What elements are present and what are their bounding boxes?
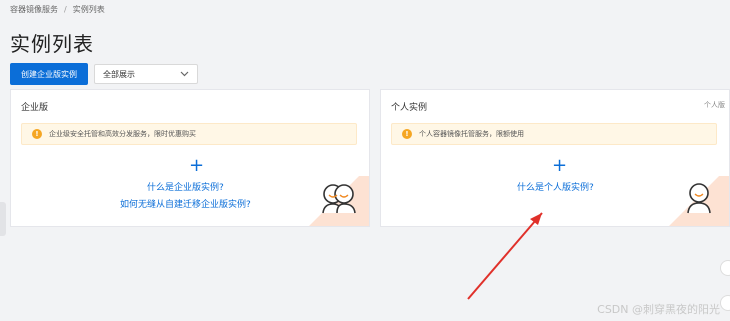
enterprise-notice: ! 企业级安全托管和高效分发服务，限时优惠购买 xyxy=(21,123,357,145)
breadcrumb-separator: / xyxy=(64,5,67,14)
personal-card-title: 个人实例 xyxy=(391,103,428,113)
page-title: 实例列表 xyxy=(10,32,94,56)
instance-filter-select[interactable]: 全部展示 xyxy=(94,64,198,84)
enterprise-card: 企业版 ! 企业级安全托管和高效分发服务，限时优惠购买 + 什么是企业版实例? … xyxy=(10,89,370,227)
two-people-icon xyxy=(322,184,356,214)
plus-icon[interactable]: + xyxy=(189,157,204,175)
migrate-enterprise-link[interactable]: 如何无缝从自建迁移企业版实例? xyxy=(120,197,251,210)
floating-help-button[interactable] xyxy=(720,260,730,276)
annotation-arrow xyxy=(467,212,543,300)
personal-notice-text: 个人容器镜像托管服务，限额使用 xyxy=(419,130,524,138)
chevron-down-icon xyxy=(179,69,189,79)
toolbar: 创建企业版实例 全部展示 xyxy=(10,63,198,85)
create-enterprise-instance-button[interactable]: 创建企业版实例 xyxy=(10,63,88,85)
breadcrumb-current: 实例列表 xyxy=(72,5,105,14)
breadcrumb-root[interactable]: 容器镜像服务 xyxy=(10,4,58,15)
instance-filter-value: 全部展示 xyxy=(103,69,135,79)
what-is-enterprise-link[interactable]: 什么是企业版实例? xyxy=(147,180,224,193)
enterprise-notice-text: 企业级安全托管和高效分发服务，限时优惠购买 xyxy=(49,130,196,138)
watermark: CSDN @刺穿黑夜的阳光 xyxy=(597,303,720,316)
warning-icon: ! xyxy=(402,129,412,139)
personal-card: 个人实例 个人版 ! 个人容器镜像托管服务，限额使用 + 什么是个人版实例? xyxy=(380,89,730,227)
breadcrumb: 容器镜像服务 / 实例列表 xyxy=(10,4,105,15)
warning-icon: ! xyxy=(32,129,42,139)
floating-action-button[interactable] xyxy=(720,295,730,311)
what-is-personal-link[interactable]: 什么是个人版实例? xyxy=(517,180,594,193)
collapse-sidebar-handle[interactable] xyxy=(0,202,6,236)
personal-notice: ! 个人容器镜像托管服务，限额使用 xyxy=(391,123,717,145)
page: 容器镜像服务 / 实例列表 实例列表 创建企业版实例 全部展示 企业版 ! 企业… xyxy=(0,0,730,321)
plus-icon[interactable]: + xyxy=(552,157,567,175)
person-icon xyxy=(687,183,711,214)
personal-card-tag: 个人版 xyxy=(704,101,725,109)
enterprise-card-title: 企业版 xyxy=(21,103,49,113)
